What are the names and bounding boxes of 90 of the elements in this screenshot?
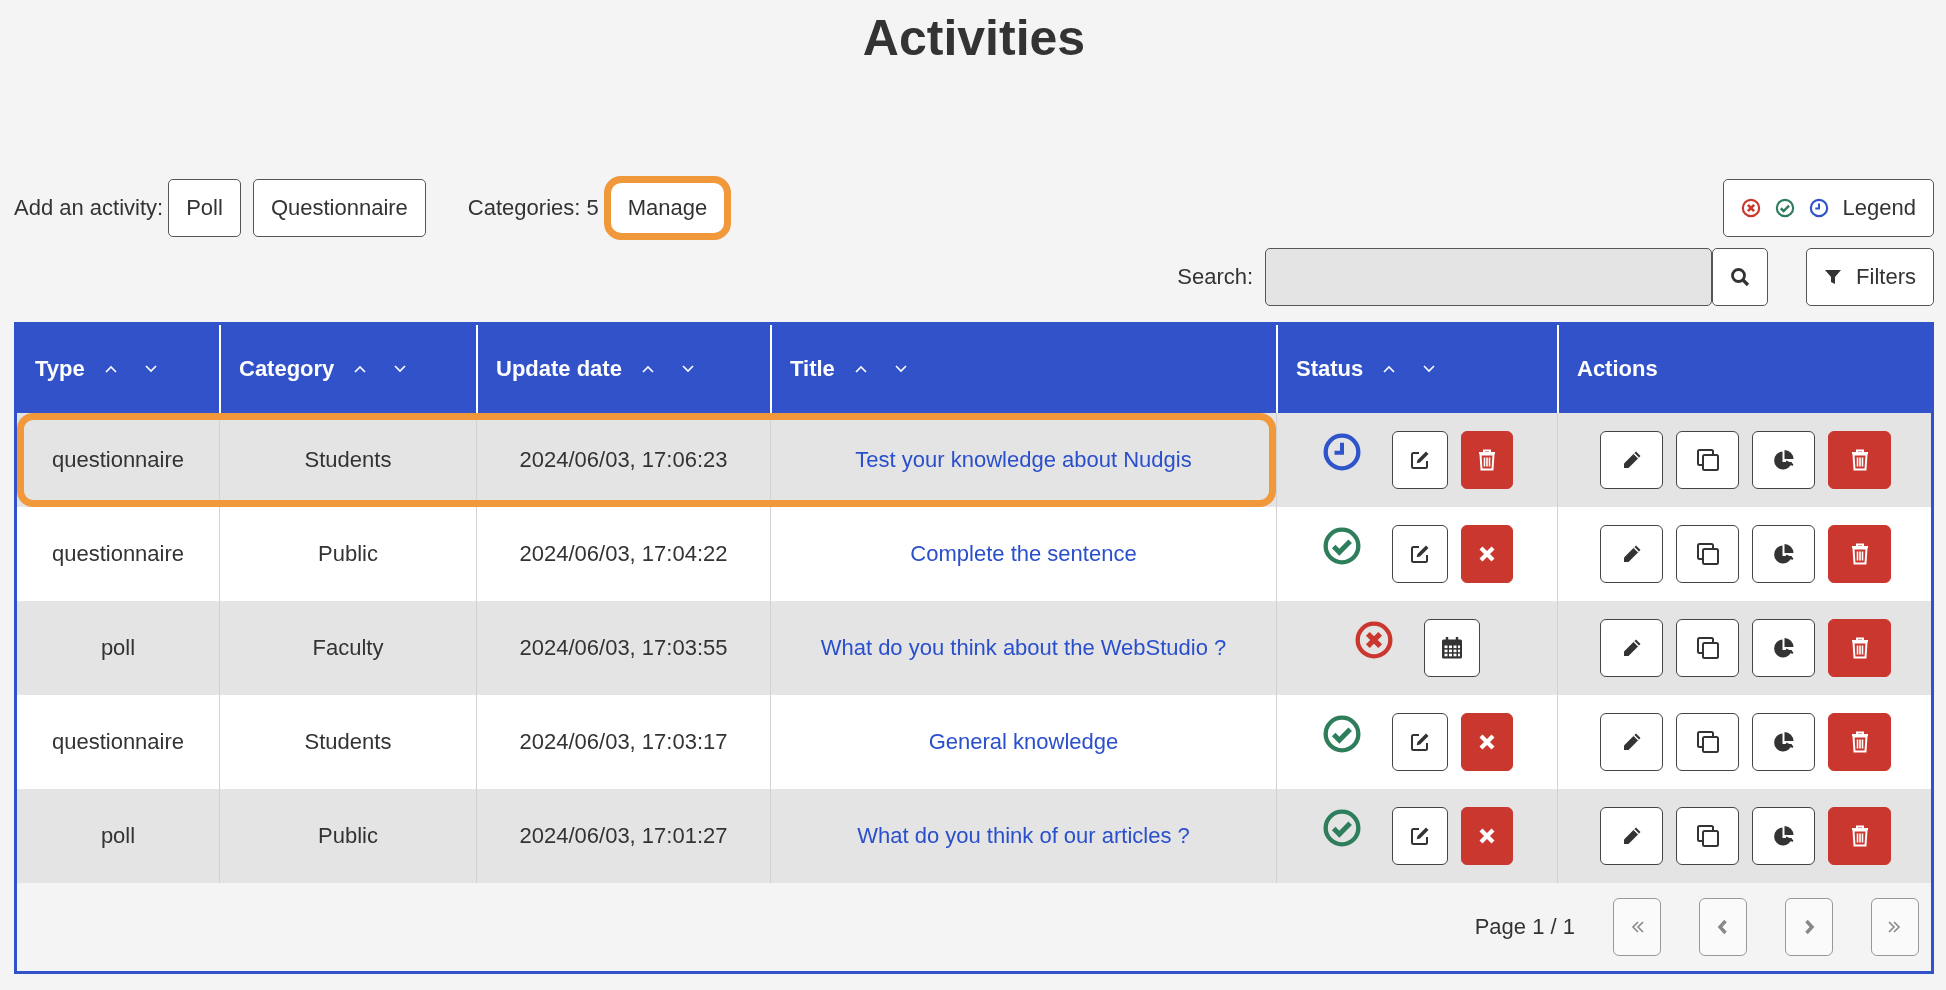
filter-icon xyxy=(1824,268,1843,286)
edit-button[interactable] xyxy=(1600,525,1663,583)
pie-chart-icon xyxy=(1771,542,1796,566)
search-button[interactable] xyxy=(1712,248,1769,306)
sort-descending-icon[interactable] xyxy=(142,364,159,374)
delete-button[interactable] xyxy=(1828,431,1891,489)
trash-icon xyxy=(1850,543,1869,565)
delete-button[interactable] xyxy=(1828,713,1891,771)
edit-button[interactable] xyxy=(1600,807,1663,865)
edit-button[interactable] xyxy=(1391,713,1448,771)
column-label: Update date xyxy=(496,356,622,382)
sort-descending-icon[interactable] xyxy=(679,364,696,374)
activity-title-link[interactable]: Test your knowledge about Nudgis xyxy=(855,447,1192,473)
column-header[interactable]: Type xyxy=(17,325,219,413)
deactivate-button[interactable] xyxy=(1460,525,1513,583)
trash-icon xyxy=(1850,731,1869,753)
column-label: Category xyxy=(239,356,335,382)
edit-button[interactable] xyxy=(1600,713,1663,771)
pie-chart-icon xyxy=(1771,730,1796,754)
filters-button[interactable]: Filters xyxy=(1806,248,1934,306)
legend-button[interactable]: Legend xyxy=(1722,179,1934,237)
duplicate-button[interactable] xyxy=(1676,619,1739,677)
activity-title-link[interactable]: What do you think about the WebStudio ? xyxy=(820,635,1227,661)
trash-icon xyxy=(1850,825,1869,847)
x-icon xyxy=(1477,733,1496,751)
column-header[interactable]: Update date xyxy=(476,325,770,413)
trash-icon xyxy=(1850,449,1869,471)
activity-title-link[interactable]: What do you think of our articles ? xyxy=(857,823,1190,849)
activity-title-link[interactable]: Complete the sentence xyxy=(910,541,1137,567)
page-indicator: Page 1 / 1 xyxy=(1474,914,1575,940)
edit-button[interactable] xyxy=(1600,619,1663,677)
calendar-icon xyxy=(1441,636,1463,660)
copy-icon xyxy=(1695,636,1720,660)
statistics-button[interactable] xyxy=(1752,619,1815,677)
schedule-button[interactable] xyxy=(1424,619,1480,677)
copy-icon xyxy=(1695,824,1720,848)
statistics-button[interactable] xyxy=(1752,431,1815,489)
delete-button[interactable] xyxy=(1828,807,1891,865)
search-field[interactable] xyxy=(1265,248,1713,306)
pie-chart-icon xyxy=(1771,636,1796,660)
pie-chart-icon xyxy=(1771,824,1796,848)
column-header[interactable]: Title xyxy=(770,325,1276,413)
edit-button[interactable] xyxy=(1600,431,1663,489)
categories-count: Categories: 5 xyxy=(467,195,599,221)
trash-icon xyxy=(1850,637,1869,659)
edit-button[interactable] xyxy=(1391,525,1448,583)
statistics-button[interactable] xyxy=(1752,525,1815,583)
table-cell-text: questionnaire xyxy=(50,728,186,756)
sort-descending-icon[interactable] xyxy=(892,364,909,374)
deactivate-button[interactable] xyxy=(1460,807,1513,865)
search-icon xyxy=(1730,267,1751,287)
search-label: Search: xyxy=(1177,264,1254,290)
table-cell-text: questionnaire xyxy=(50,446,186,474)
trash-icon xyxy=(1477,449,1496,471)
page-title: Activities xyxy=(862,9,1086,68)
delete-button[interactable] xyxy=(1828,525,1891,583)
deactivate-button[interactable] xyxy=(1460,713,1513,771)
add-activity-button[interactable]: Poll xyxy=(168,179,241,237)
statistics-button[interactable] xyxy=(1752,713,1815,771)
column-label: Actions xyxy=(1577,356,1658,382)
duplicate-button[interactable] xyxy=(1676,525,1739,583)
sort-descending-icon[interactable] xyxy=(1421,364,1438,374)
add-activity-label: Add an activity: xyxy=(14,195,164,221)
duplicate-button[interactable] xyxy=(1676,713,1739,771)
copy-icon xyxy=(1695,730,1720,754)
duplicate-button[interactable] xyxy=(1676,431,1739,489)
copy-icon xyxy=(1695,542,1720,566)
statistics-button[interactable] xyxy=(1752,807,1815,865)
add-activity-button[interactable]: Questionnaire xyxy=(252,179,426,237)
x-icon xyxy=(1477,827,1496,845)
edit-button[interactable] xyxy=(1391,807,1448,865)
table-cell-text: poll xyxy=(99,822,137,850)
column-label: Type xyxy=(35,356,85,382)
copy-icon xyxy=(1695,448,1720,472)
table-cell: 2024/06/03, 17:01:27 xyxy=(476,789,770,883)
duplicate-button[interactable] xyxy=(1676,807,1739,865)
table-cell: Public xyxy=(219,789,476,883)
sort-descending-icon[interactable] xyxy=(392,364,409,374)
table-cell-text: questionnaire xyxy=(50,540,186,568)
column-header[interactable]: Category xyxy=(219,325,476,413)
delete-button[interactable] xyxy=(1828,619,1891,677)
edit-button[interactable] xyxy=(1391,431,1448,489)
pie-chart-icon xyxy=(1771,448,1796,472)
x-icon xyxy=(1477,545,1496,563)
activity-title-link[interactable]: General knowledge xyxy=(928,729,1119,755)
manage-categories-button[interactable]: Manage xyxy=(606,179,729,237)
delete-button[interactable] xyxy=(1460,431,1513,489)
table-cell-text: poll xyxy=(99,634,137,662)
column-label: Title xyxy=(790,356,835,382)
column-label: Status xyxy=(1296,356,1364,382)
